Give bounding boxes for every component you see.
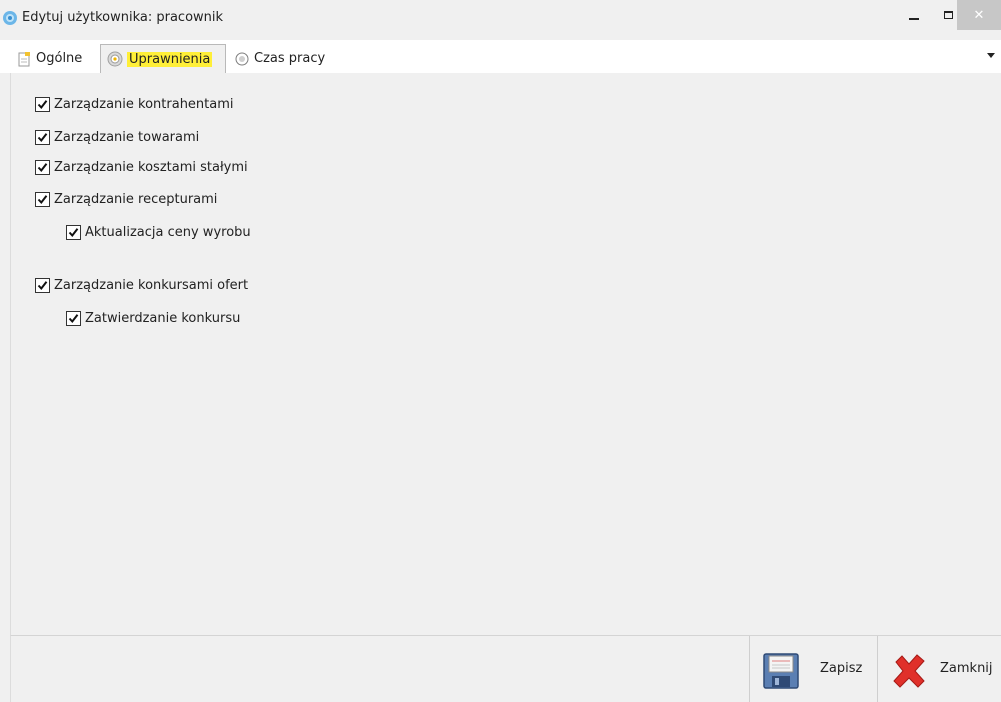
tab-work-time[interactable]: Czas pracy [228,44,331,73]
checkbox[interactable] [35,277,50,293]
tab-general[interactable]: Ogólne [10,44,88,73]
permission-label: Zarządzanie towarami [54,129,200,145]
document-icon [18,51,30,66]
tab-strip: Ogólne Uprawnienia Czas pracy [0,40,1001,73]
close-icon: ✕ [973,7,985,23]
checkmark-icon [37,162,48,172]
minimize-icon [909,18,919,20]
checkbox[interactable] [35,129,50,145]
close-x-icon [893,654,925,688]
checkmark-icon [37,132,48,142]
checkbox[interactable] [35,191,50,207]
radio-icon [235,52,249,65]
checkbox[interactable] [66,310,81,326]
tab-general-label: Ogólne [36,51,83,66]
gear-icon [107,51,123,67]
permission-label: Zatwierdzanie konkursu [85,310,241,326]
close-button-label: Zamknij [940,661,993,676]
tab-permissions-label: Uprawnienia [127,51,213,67]
app-gear-icon [3,11,17,25]
tab-dropdown-icon[interactable] [987,53,995,58]
checkmark-icon [68,313,79,323]
minimize-button[interactable] [897,0,931,30]
permission-row[interactable]: Zarządzanie recepturami [35,188,217,210]
permission-row[interactable]: Zarządzanie konkursami ofert [35,274,248,296]
permission-row[interactable]: Zarządzanie kosztami stałymi [35,156,248,178]
checkmark-icon [37,194,48,204]
checkmark-icon [37,99,48,109]
floppy-disk-icon [763,653,799,689]
tab-work-time-label: Czas pracy [254,51,326,66]
permission-row-sub[interactable]: Zatwierdzanie konkursu [66,307,240,329]
permissions-panel: Zarządzanie kontrahentami Zarządzanie to… [10,73,1001,635]
permission-row-sub[interactable]: Aktualizacja ceny wyrobu [66,221,251,243]
edit-user-window: Edytuj użytkownika: pracownik ✕ Ogólne U… [0,0,1001,702]
save-button[interactable]: Zapisz [749,636,877,702]
permission-label: Aktualizacja ceny wyrobu [85,224,251,240]
action-bar: Zapisz Zamknij [10,635,1001,702]
permission-label: Zarządzanie recepturami [54,191,218,207]
permission-row[interactable]: Zarządzanie towarami [35,126,199,148]
close-window-button[interactable]: ✕ [957,0,1001,30]
save-button-label: Zapisz [820,661,863,676]
tab-permissions[interactable]: Uprawnienia [100,44,226,73]
maximize-icon [943,11,953,19]
checkmark-icon [68,227,79,237]
close-button[interactable]: Zamknij [877,636,1001,702]
permission-label: Zarządzanie kontrahentami [54,96,234,112]
checkbox[interactable] [35,159,50,175]
checkbox[interactable] [66,224,81,240]
window-title: Edytuj użytkownika: pracownik [22,10,224,25]
permission-row[interactable]: Zarządzanie kontrahentami [35,93,234,115]
checkmark-icon [37,280,48,290]
checkbox[interactable] [35,96,50,112]
permission-label: Zarządzanie kosztami stałymi [54,159,248,175]
title-bar: Edytuj użytkownika: pracownik ✕ [0,0,1001,40]
permission-label: Zarządzanie konkursami ofert [54,277,249,293]
